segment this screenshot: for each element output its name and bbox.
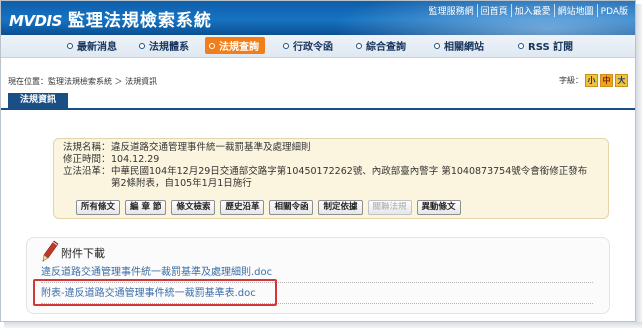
history-row: 立法沿革： 中華民國104年12月29日交通部交路字第10450172262號、… bbox=[63, 166, 601, 190]
nav-item-system[interactable]: 法規體系 bbox=[139, 38, 189, 53]
site-title[interactable]: 監理法規檢索系統 bbox=[68, 6, 212, 31]
top-links: 監理服務網 回首頁 加入最愛 網站地圖 PDA版 bbox=[426, 4, 631, 17]
nav-item-combined-search[interactable]: 綜合查詢 bbox=[356, 38, 406, 53]
font-size-medium-button[interactable]: 中 bbox=[600, 74, 613, 87]
section-title: 法規資訊 bbox=[8, 93, 69, 108]
nav-item-news[interactable]: 最新消息 bbox=[67, 38, 117, 53]
font-size-label: 字級： bbox=[559, 76, 583, 85]
legal-basis-button[interactable]: 制定依據 bbox=[318, 200, 363, 215]
all-articles-button[interactable]: 所有條文 bbox=[76, 200, 121, 215]
history-button[interactable]: 歷史沿革 bbox=[220, 200, 265, 215]
nav-item-label: 相關網站 bbox=[444, 42, 484, 53]
history-key: 立法沿革： bbox=[63, 166, 111, 177]
law-name: 違反道路交通管理事件統一裁罰基準及處理細則 bbox=[111, 142, 311, 153]
bullet-icon bbox=[434, 42, 440, 49]
law-button-bar: 所有條文 編 章 節 條文檢索 歷史沿革 相關令函 制定依據 關聯法規 異動條文 bbox=[76, 200, 461, 215]
history-text: 中華民國104年12月29日交通部交路字第10450172262號、內政部臺內警… bbox=[111, 166, 601, 190]
page-frame: MVDIS 監理法規檢索系統 監理服務網 回首頁 加入最愛 網站地圖 PDA版 … bbox=[0, 0, 636, 322]
page-shadow bbox=[4, 322, 642, 328]
pencil-icon bbox=[42, 240, 59, 262]
attachments-header: 附件下載 bbox=[41, 240, 105, 262]
law-info-panel: 法規名稱： 違反道路交通管理事件統一裁罰基準及處理細則 修正時間： 104.12… bbox=[53, 138, 609, 219]
chapters-button[interactable]: 編 章 節 bbox=[125, 200, 167, 215]
amend-date-row: 修正時間： 104.12.29 bbox=[63, 154, 601, 166]
nav-item-rss[interactable]: RSS 訂閱 bbox=[518, 38, 573, 53]
amend-date: 104.12.29 bbox=[111, 154, 160, 165]
top-link-home[interactable]: 回首頁 bbox=[476, 4, 511, 17]
nav-item-label: RSS 訂閱 bbox=[528, 42, 574, 53]
related-laws-button: 關聯法規 bbox=[367, 200, 412, 215]
font-size-selector: 字級： 小 中 大 bbox=[559, 74, 628, 87]
page-shadow bbox=[636, 4, 642, 326]
top-link-pda[interactable]: PDA版 bbox=[596, 4, 631, 17]
bullet-icon bbox=[139, 42, 145, 49]
article-search-button[interactable]: 條文檢索 bbox=[171, 200, 216, 215]
attachments-title: 附件下載 bbox=[61, 247, 105, 260]
related-orders-button[interactable]: 相關令函 bbox=[269, 200, 314, 215]
nav-item-law-search[interactable]: 法規查詢 bbox=[205, 37, 265, 54]
nav-item-related-sites[interactable]: 相關網站 bbox=[434, 38, 484, 53]
nav-item-label: 綜合查詢 bbox=[366, 42, 406, 53]
top-link-favorite[interactable]: 加入最愛 bbox=[510, 4, 554, 17]
law-name-row: 法規名稱： 違反道路交通管理事件統一裁罰基準及處理細則 bbox=[63, 142, 601, 154]
highlight-box bbox=[33, 279, 277, 306]
nav-item-orders[interactable]: 行政令函 bbox=[283, 38, 333, 53]
top-link-mvdis[interactable]: 監理服務網 bbox=[426, 4, 477, 17]
law-details: 法規名稱： 違反道路交通管理事件統一裁罰基準及處理細則 修正時間： 104.12… bbox=[63, 142, 601, 190]
font-size-small-button[interactable]: 小 bbox=[585, 74, 598, 87]
site-logo[interactable]: MVDIS bbox=[9, 12, 62, 30]
breadcrumb: 現在位置：監理法規檢索系統 ＞ 法規資訊 bbox=[8, 77, 158, 86]
history-line-1: 中華民國104年12月29日交通部交路字第10450172262號、內政部臺內警… bbox=[111, 166, 588, 177]
font-size-large-button[interactable]: 大 bbox=[615, 74, 628, 87]
main-nav: 最新消息 法規體系 法規查詢 行政令函 綜合查詢 相關網站 RSS 訂閱 bbox=[1, 35, 635, 58]
top-link-sitemap[interactable]: 網站地圖 bbox=[553, 4, 597, 17]
site-brand[interactable]: MVDIS 監理法規檢索系統 bbox=[9, 6, 212, 31]
changed-articles-button[interactable]: 異動條文 bbox=[416, 200, 461, 215]
law-name-key: 法規名稱： bbox=[63, 142, 111, 153]
history-line-2: 第2條附表，自105年1月1日施行 bbox=[111, 178, 252, 189]
bullet-icon bbox=[356, 42, 362, 49]
bullet-icon bbox=[283, 42, 289, 49]
header-banner: MVDIS 監理法規檢索系統 監理服務網 回首頁 加入最愛 網站地圖 PDA版 bbox=[1, 1, 635, 35]
nav-item-label: 法規查詢 bbox=[219, 42, 259, 53]
section-header: 法規資訊 bbox=[1, 93, 635, 110]
bullet-icon bbox=[209, 42, 215, 49]
nav-item-label: 最新消息 bbox=[77, 42, 117, 53]
bullet-icon bbox=[518, 42, 524, 49]
amend-date-key: 修正時間： bbox=[63, 154, 111, 165]
bullet-icon bbox=[67, 42, 73, 49]
nav-item-label: 行政令函 bbox=[293, 42, 333, 53]
nav-item-label: 法規體系 bbox=[149, 42, 189, 53]
